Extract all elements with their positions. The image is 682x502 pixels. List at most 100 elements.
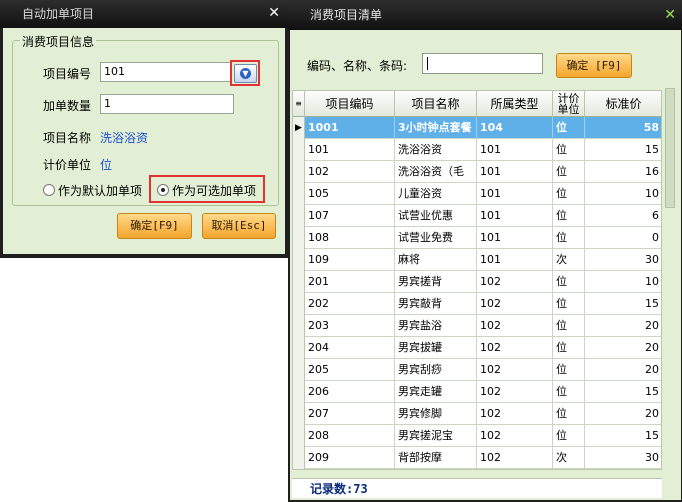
- item-name-value: 洗浴浴资: [100, 131, 149, 145]
- ok-button[interactable]: 确定 [F9]: [556, 53, 632, 78]
- column-header-type[interactable]: 所属类型: [477, 91, 553, 117]
- row-indicator: ▶: [293, 117, 305, 139]
- table-row[interactable]: 101 洗浴浴资 101 位 15: [293, 139, 661, 161]
- cell-type: 104: [477, 117, 553, 139]
- row-indicator: [293, 161, 305, 183]
- row-indicator-header: ≡: [293, 91, 305, 117]
- cell-unit: 位: [553, 227, 585, 249]
- close-icon[interactable]: ✕: [268, 6, 280, 20]
- table-row[interactable]: 204 男宾拔罐 102 位 20: [293, 337, 661, 359]
- row-indicator: [293, 183, 305, 205]
- row-indicator: [293, 381, 305, 403]
- cell-name: 儿童浴资: [395, 183, 477, 205]
- item-list-window: 消费项目清单 ✕ 编码、名称、条码: 确定 [F9] ≡ 项目编码 项目名称 所…: [288, 0, 682, 502]
- table-row[interactable]: 108 试营业免费 101 位 0: [293, 227, 661, 249]
- row-indicator: [293, 337, 305, 359]
- cell-unit: 位: [553, 403, 585, 425]
- scrollbar-thumb[interactable]: [665, 88, 675, 208]
- close-icon[interactable]: ✕: [664, 8, 676, 22]
- cell-type: 102: [477, 315, 553, 337]
- cell-price: 30: [585, 249, 661, 271]
- default-add-radio[interactable]: [43, 184, 55, 196]
- table-row[interactable]: 109 麻将 101 次 30: [293, 249, 661, 271]
- cell-price: 20: [585, 403, 661, 425]
- table-row[interactable]: 105 儿童浴资 101 位 10: [293, 183, 661, 205]
- cell-code: 206: [305, 381, 395, 403]
- table-row[interactable]: 202 男宾敲背 102 位 15: [293, 293, 661, 315]
- cell-code: 105: [305, 183, 395, 205]
- group-title: 消费项目信息: [20, 33, 97, 50]
- cell-unit: 位: [553, 117, 585, 139]
- table-row[interactable]: ▶ 1001 3小时钟点套餐 104 位 58: [293, 117, 661, 139]
- cell-code: 102: [305, 161, 395, 183]
- table-row[interactable]: 102 洗浴浴资（毛 101 位 16: [293, 161, 661, 183]
- table-row[interactable]: 201 男宾搓背 102 位 10: [293, 271, 661, 293]
- cell-name: 背部按摩: [395, 447, 477, 469]
- cell-price: 15: [585, 293, 661, 315]
- cell-unit: 位: [553, 205, 585, 227]
- cell-price: 16: [585, 161, 661, 183]
- cell-code: 204: [305, 337, 395, 359]
- table-row[interactable]: 208 男宾搓泥宝 102 位 15: [293, 425, 661, 447]
- default-add-label: 作为默认加单项: [58, 184, 143, 198]
- cell-type: 102: [477, 359, 553, 381]
- cell-code: 107: [305, 205, 395, 227]
- table-row[interactable]: 209 背部按摩 102 次 30: [293, 447, 661, 469]
- table-row[interactable]: 203 男宾盐浴 102 位 20: [293, 315, 661, 337]
- highlight-box-lookup: [230, 60, 260, 86]
- search-label: 编码、名称、条码:: [307, 59, 408, 73]
- cell-unit: 位: [553, 337, 585, 359]
- table-row[interactable]: 107 试营业优惠 101 位 6: [293, 205, 661, 227]
- cell-code: 201: [305, 271, 395, 293]
- search-input[interactable]: [422, 53, 543, 74]
- column-header-unit[interactable]: 计价单位: [553, 91, 585, 117]
- quantity-input[interactable]: 1: [100, 94, 234, 114]
- highlight-box-optional: [149, 175, 265, 203]
- table-row[interactable]: 205 男宾刮痧 102 位 20: [293, 359, 661, 381]
- cell-type: 101: [477, 183, 553, 205]
- cell-name: 男宾走罐: [395, 381, 477, 403]
- cell-name: 男宾敲背: [395, 293, 477, 315]
- item-name-label: 项目名称: [43, 131, 92, 145]
- cell-price: 20: [585, 359, 661, 381]
- cell-code: 101: [305, 139, 395, 161]
- cell-unit: 位: [553, 161, 585, 183]
- table-header: ≡ 项目编码 项目名称 所属类型 计价单位 标准价: [293, 91, 661, 117]
- table-row[interactable]: 206 男宾走罐 102 位 15: [293, 381, 661, 403]
- row-indicator: [293, 359, 305, 381]
- cell-type: 101: [477, 205, 553, 227]
- cell-unit: 位: [553, 293, 585, 315]
- window-title: 消费项目清单: [288, 0, 682, 30]
- cell-code: 108: [305, 227, 395, 249]
- cancel-button[interactable]: 取消[Esc]: [202, 213, 276, 239]
- record-count: 记录数:73: [292, 478, 662, 498]
- cell-price: 20: [585, 337, 661, 359]
- cell-unit: 位: [553, 359, 585, 381]
- cell-unit: 位: [553, 381, 585, 403]
- cell-type: 102: [477, 425, 553, 447]
- cell-code: 109: [305, 249, 395, 271]
- column-header-name[interactable]: 项目名称: [395, 91, 477, 117]
- cell-name: 试营业免费: [395, 227, 477, 249]
- cell-name: 男宾拔罐: [395, 337, 477, 359]
- cell-name: 洗浴浴资: [395, 139, 477, 161]
- table-row[interactable]: 207 男宾修脚 102 位 20: [293, 403, 661, 425]
- cell-name: 男宾盐浴: [395, 315, 477, 337]
- row-indicator: [293, 271, 305, 293]
- scrollbar[interactable]: [662, 64, 678, 494]
- ok-button[interactable]: 确定[F9]: [117, 213, 192, 239]
- unit-label: 计价单位: [43, 158, 92, 172]
- cell-name: 3小时钟点套餐: [395, 117, 477, 139]
- auto-add-item-window: 自动加单项目 ✕ 消费项目信息 项目编号 101 加单数量 1 项目名称 洗浴浴…: [0, 0, 288, 258]
- row-indicator: [293, 425, 305, 447]
- item-code-input[interactable]: 101: [100, 62, 232, 82]
- cell-code: 202: [305, 293, 395, 315]
- column-header-code[interactable]: 项目编码: [305, 91, 395, 117]
- cell-type: 101: [477, 227, 553, 249]
- cell-code: 208: [305, 425, 395, 447]
- cell-unit: 位: [553, 183, 585, 205]
- cell-unit: 位: [553, 315, 585, 337]
- column-header-price[interactable]: 标准价: [585, 91, 661, 117]
- unit-value: 位: [100, 158, 113, 172]
- cell-name: 男宾搓泥宝: [395, 425, 477, 447]
